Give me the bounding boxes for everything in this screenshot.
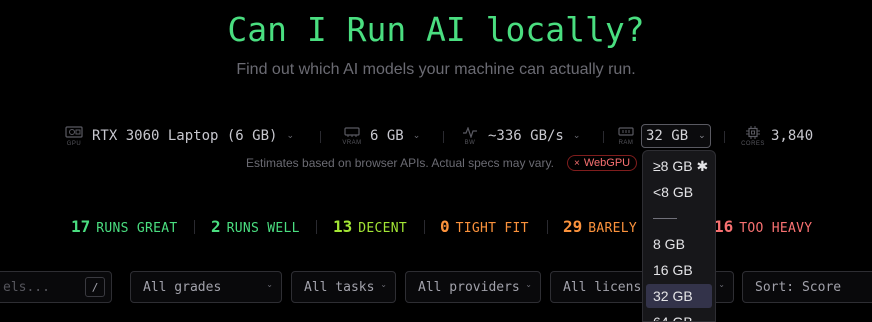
cpu-icon: CORES <box>741 125 765 147</box>
stat-count: 0 <box>440 217 450 236</box>
cores-display: CORES 3,840 <box>741 123 813 149</box>
ram-label: RAM <box>618 139 634 146</box>
gpu-label: GPU <box>66 140 82 147</box>
cores-label: CORES <box>741 140 765 147</box>
grade-filter-value: All grades <box>143 279 222 295</box>
stat-too-heavy[interactable]: 16 TOO HEAVY <box>714 217 812 236</box>
vram-label: VRAM <box>342 139 362 146</box>
cores-value: 3,840 <box>771 128 814 144</box>
page-subtitle: Find out which AI models your machine ca… <box>236 61 636 78</box>
vram-value: 6 GB <box>370 128 404 144</box>
gpu-selector[interactable]: GPU RTX 3060 Laptop (6 GB) ⌄ <box>62 123 294 149</box>
bandwidth-selector[interactable]: BW ~336 GB/s ⌄ <box>458 123 580 149</box>
stat-count: 17 <box>71 217 91 236</box>
task-filter-value: All tasks <box>304 279 375 295</box>
stat-count: 2 <box>211 217 221 236</box>
ram-value: 32 GB <box>646 128 689 144</box>
bandwidth-value: ~336 GB/s <box>488 128 564 144</box>
search-shortcut-key: / <box>85 277 105 297</box>
divider <box>724 131 725 143</box>
provider-filter-value: All providers <box>418 279 520 295</box>
page-title: Can I Run AI locally? <box>227 10 645 49</box>
gpu-value: RTX 3060 Laptop (6 GB) <box>92 128 278 144</box>
chevron-down-icon: ⌄ <box>380 280 387 289</box>
divider <box>603 131 604 143</box>
chevron-down-icon: ⌄ <box>286 131 294 141</box>
stat-label: RUNS WELL <box>226 221 300 236</box>
stat-tight-fit[interactable]: 0 TIGHT FIT <box>440 217 529 236</box>
stat-count: 29 <box>563 217 583 236</box>
chevron-down-icon: ⌄ <box>572 131 581 141</box>
estimate-note: Estimates based on browser APIs. Actual … <box>246 156 554 170</box>
stat-label: TIGHT FIT <box>455 221 529 236</box>
divider <box>320 131 321 143</box>
stat-runs-great[interactable]: 17 RUNS GREAT <box>71 217 178 236</box>
chevron-down-icon: ⌄ <box>525 280 532 289</box>
sort-value: Sort: Score <box>755 279 842 295</box>
stat-decent[interactable]: 13 DECENT <box>333 217 407 236</box>
search-input[interactable]: els... / <box>0 271 112 303</box>
chevron-down-icon: ⌄ <box>698 131 706 141</box>
ram-icon: RAM <box>614 126 638 146</box>
divider <box>424 220 425 234</box>
chevron-down-icon: ⌄ <box>718 280 725 289</box>
stat-label: TOO HEAVY <box>739 221 813 236</box>
ram-option[interactable]: 64 GB <box>646 310 712 321</box>
divider <box>194 220 195 234</box>
vram-icon: VRAM <box>340 126 364 146</box>
gpu-icon: GPU <box>62 125 86 147</box>
dropdown-separator <box>653 218 677 219</box>
sort-select[interactable]: Sort: Score <box>742 271 872 303</box>
vram-selector[interactable]: VRAM 6 GB ⌄ <box>340 123 420 149</box>
search-placeholder: els... <box>3 279 50 295</box>
divider <box>547 220 548 234</box>
divider <box>443 131 444 143</box>
ram-icon-group: RAM <box>614 123 644 149</box>
stat-label: DECENT <box>358 221 408 236</box>
ram-option[interactable]: <8 GB <box>646 180 712 204</box>
stat-count: 16 <box>714 217 734 236</box>
task-filter[interactable]: All tasks ⌄ <box>291 271 396 303</box>
stat-runs-well[interactable]: 2 RUNS WELL <box>211 217 300 236</box>
stat-barely[interactable]: 29 BARELY <box>563 217 637 236</box>
ram-option[interactable]: 16 GB <box>646 258 712 282</box>
ram-select[interactable]: 32 GB ⌄ <box>641 124 711 148</box>
ram-option-selected[interactable]: 32 GB <box>646 284 712 308</box>
ram-option[interactable]: 8 GB <box>646 232 712 256</box>
provider-filter[interactable]: All providers ⌄ <box>405 271 541 303</box>
webgpu-label: WebGPU <box>583 157 631 169</box>
divider <box>316 220 317 234</box>
stat-label: RUNS GREAT <box>96 221 178 236</box>
close-icon: × <box>574 157 580 169</box>
chevron-down-icon: ⌄ <box>412 131 421 141</box>
webgpu-status-badge: × WebGPU <box>567 155 638 171</box>
stat-label: BARELY <box>588 221 638 236</box>
stat-count: 13 <box>333 217 353 236</box>
grade-filter[interactable]: All grades ⌄ <box>130 271 282 303</box>
bandwidth-label: BW <box>464 139 476 146</box>
chevron-down-icon: ⌄ <box>266 280 273 289</box>
ram-dropdown-menu[interactable]: ≥8 GB ✱ <8 GB 8 GB 16 GB 32 GB 64 GB <box>642 150 716 322</box>
bandwidth-icon: BW <box>458 126 482 146</box>
ram-option[interactable]: ≥8 GB ✱ <box>646 154 712 178</box>
license-filter-value: All licens <box>563 279 642 295</box>
